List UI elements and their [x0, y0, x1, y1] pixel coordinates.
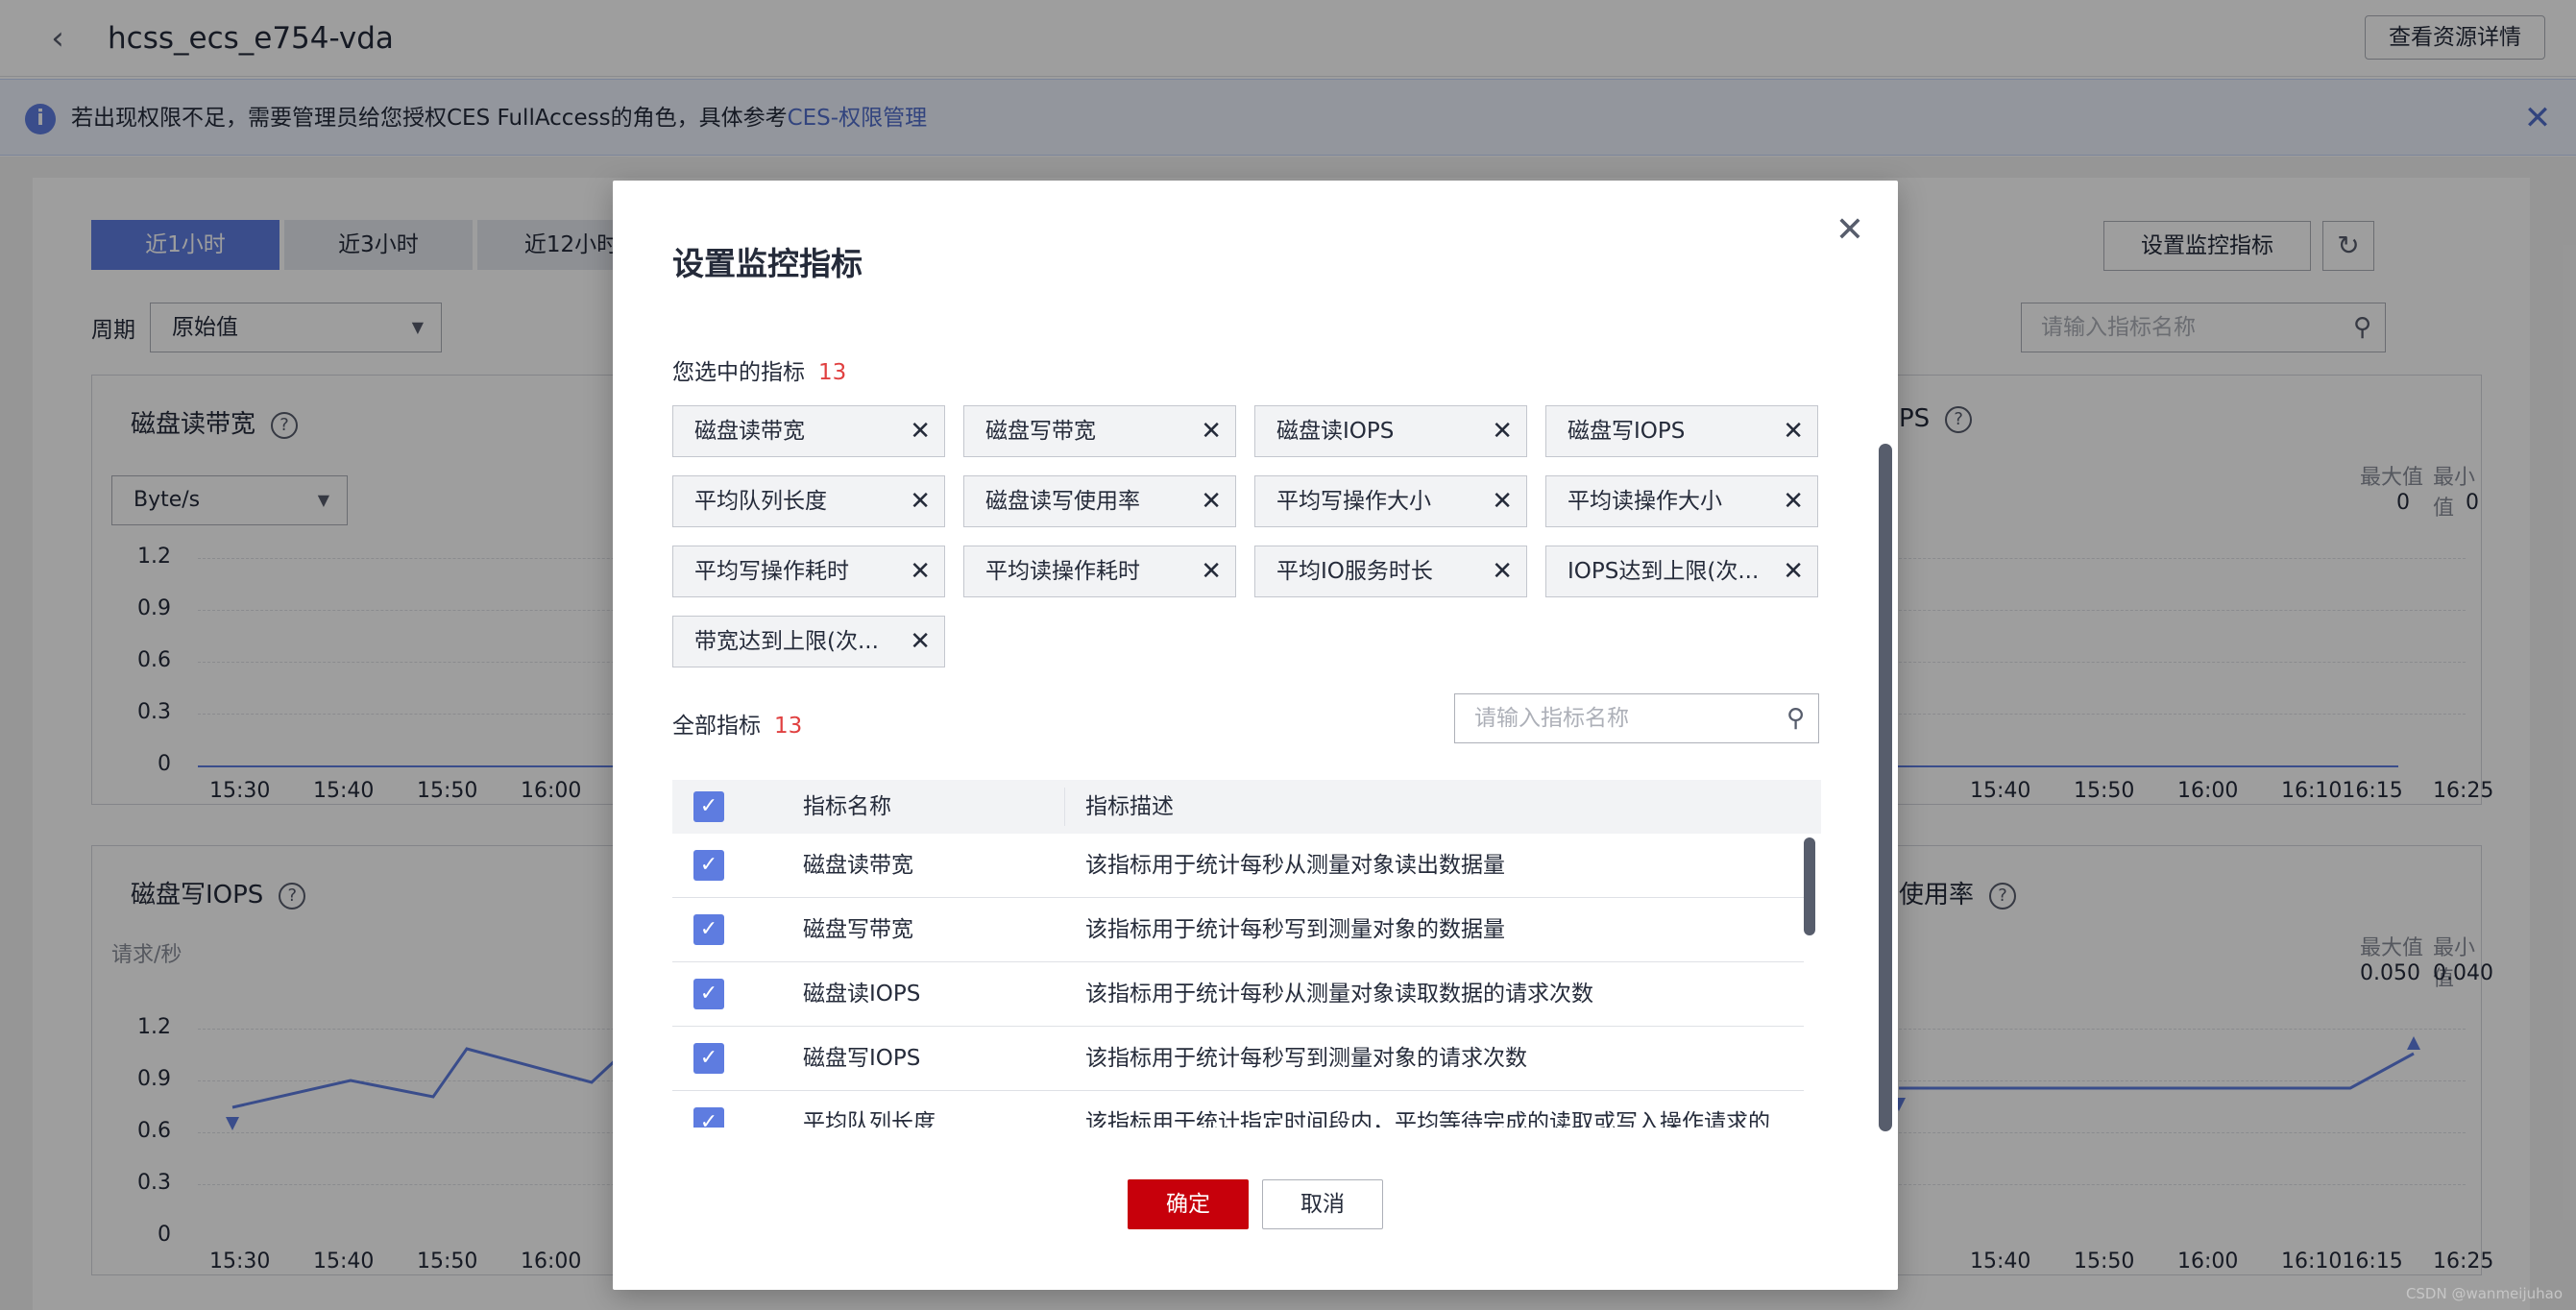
selected-metric-chip: 平均读操作耗时 ✕ [963, 546, 1236, 597]
chip-label: 磁盘读带宽 [694, 419, 805, 444]
metric-name: 磁盘写IOPS [803, 1046, 921, 1071]
dialog-title: 设置监控指标 [672, 245, 863, 282]
column-divider [1064, 788, 1065, 826]
table-row[interactable]: ✓ 磁盘读带宽 该指标用于统计每秒从测量对象读出数据量 [672, 834, 1804, 898]
selected-count: 13 [818, 360, 847, 385]
row-checkbox[interactable]: ✓ [693, 850, 724, 881]
selected-metric-chip: IOPS达到上限(次... ✕ [1545, 546, 1818, 597]
metric-desc: 该指标用于统计每秒写到测量对象的请求次数 [1085, 1046, 1527, 1071]
dialog-search-placeholder: 请输入指标名称 [1474, 706, 1629, 731]
selected-metric-chip: 平均读操作大小 ✕ [1545, 475, 1818, 527]
metric-desc: 该指标用于统计指定时间段内，平均等待完成的读取或写入操作请求的 [1085, 1110, 1770, 1128]
selected-metrics-label: 您选中的指标 13 [672, 353, 846, 386]
chip-label: 平均读操作耗时 [985, 559, 1140, 584]
table-row[interactable]: ✓ 平均队列长度 该指标用于统计指定时间段内，平均等待完成的读取或写入操作请求的 [672, 1091, 1804, 1128]
table-header: ✓ 指标名称 指标描述 [672, 780, 1821, 834]
remove-icon[interactable]: ✕ [1201, 546, 1222, 596]
close-icon[interactable]: ✕ [1831, 211, 1869, 250]
table-scrollbar[interactable] [1804, 837, 1815, 935]
remove-icon[interactable]: ✕ [1201, 406, 1222, 456]
metric-name: 平均队列长度 [803, 1110, 936, 1128]
selected-metric-chip: 磁盘读写使用率 ✕ [963, 475, 1236, 527]
metric-name: 磁盘写带宽 [803, 917, 913, 942]
row-checkbox[interactable]: ✓ [693, 1043, 724, 1074]
chip-label: 带宽达到上限(次... [694, 629, 879, 654]
table-row[interactable]: ✓ 磁盘写带宽 该指标用于统计每秒写到测量对象的数据量 [672, 898, 1804, 962]
select-all-checkbox[interactable]: ✓ [693, 791, 724, 822]
dialog-search-input[interactable]: 请输入指标名称 ⚲ [1454, 693, 1819, 743]
chip-label: 磁盘读写使用率 [985, 489, 1140, 514]
remove-icon[interactable]: ✕ [910, 546, 931, 596]
chip-label: 磁盘写带宽 [985, 419, 1096, 444]
selected-metric-chip: 带宽达到上限(次... ✕ [672, 616, 945, 667]
chip-label: 平均读操作大小 [1567, 489, 1722, 514]
chip-label: 平均写操作大小 [1276, 489, 1431, 514]
metric-name: 磁盘读IOPS [803, 982, 921, 1007]
selected-metric-chip: 磁盘写IOPS ✕ [1545, 405, 1818, 457]
metric-desc: 该指标用于统计每秒写到测量对象的数据量 [1085, 917, 1505, 942]
selected-label-text: 您选中的指标 [672, 360, 805, 385]
chip-label: IOPS达到上限(次... [1567, 559, 1760, 584]
remove-icon[interactable]: ✕ [1492, 546, 1513, 596]
remove-icon[interactable]: ✕ [1783, 476, 1804, 526]
metric-desc: 该指标用于统计每秒从测量对象读出数据量 [1085, 853, 1505, 878]
all-label-text: 全部指标 [672, 714, 761, 739]
selected-metric-chip: 磁盘读IOPS ✕ [1254, 405, 1527, 457]
confirm-button[interactable]: 确定 [1128, 1179, 1249, 1229]
remove-icon[interactable]: ✕ [1783, 406, 1804, 456]
metric-name: 磁盘读带宽 [803, 853, 913, 878]
remove-icon[interactable]: ✕ [1492, 476, 1513, 526]
row-checkbox[interactable]: ✓ [693, 979, 724, 1009]
metric-desc: 该指标用于统计每秒从测量对象读取数据的请求次数 [1085, 982, 1593, 1007]
metrics-table: ✓ 指标名称 指标描述 ✓ 磁盘读带宽 该指标用于统计每秒从测量对象读出数据量 … [672, 780, 1821, 1128]
remove-icon[interactable]: ✕ [1492, 406, 1513, 456]
selected-metric-chip: 平均写操作耗时 ✕ [672, 546, 945, 597]
row-checkbox[interactable]: ✓ [693, 914, 724, 945]
remove-icon[interactable]: ✕ [910, 406, 931, 456]
chip-label: 磁盘写IOPS [1567, 419, 1686, 444]
chip-label: 平均写操作耗时 [694, 559, 849, 584]
search-icon[interactable]: ⚲ [1786, 694, 1805, 742]
table-row[interactable]: ✓ 磁盘读IOPS 该指标用于统计每秒从测量对象读取数据的请求次数 [672, 962, 1804, 1027]
selected-metric-chip: 平均队列长度 ✕ [672, 475, 945, 527]
all-count: 13 [774, 714, 803, 739]
dialog-scrollbar[interactable] [1879, 444, 1892, 1131]
chip-label: 平均队列长度 [694, 489, 827, 514]
selected-metric-chip: 磁盘写带宽 ✕ [963, 405, 1236, 457]
remove-icon[interactable]: ✕ [1201, 476, 1222, 526]
column-header-name: 指标名称 [803, 794, 891, 819]
all-metrics-label: 全部指标 13 [672, 707, 802, 740]
row-checkbox[interactable]: ✓ [693, 1107, 724, 1128]
set-metrics-dialog: ✕ 设置监控指标 您选中的指标 13 磁盘读带宽 ✕ 磁盘写带宽 ✕ 磁盘读IOPS ✕… [613, 181, 1898, 1290]
chip-label: 平均IO服务时长 [1276, 559, 1433, 584]
chip-label: 磁盘读IOPS [1276, 419, 1395, 444]
selected-metric-chip: 平均写操作大小 ✕ [1254, 475, 1527, 527]
column-header-desc: 指标描述 [1085, 794, 1174, 819]
remove-icon[interactable]: ✕ [1783, 546, 1804, 596]
selected-metric-chip: 平均IO服务时长 ✕ [1254, 546, 1527, 597]
watermark: CSDN @wanmeijuhao [2405, 1285, 2563, 1302]
table-row[interactable]: ✓ 磁盘写IOPS 该指标用于统计每秒写到测量对象的请求次数 [672, 1027, 1804, 1091]
remove-icon[interactable]: ✕ [910, 476, 931, 526]
selected-metric-chip: 磁盘读带宽 ✕ [672, 405, 945, 457]
remove-icon[interactable]: ✕ [910, 617, 931, 667]
cancel-button[interactable]: 取消 [1262, 1179, 1383, 1229]
